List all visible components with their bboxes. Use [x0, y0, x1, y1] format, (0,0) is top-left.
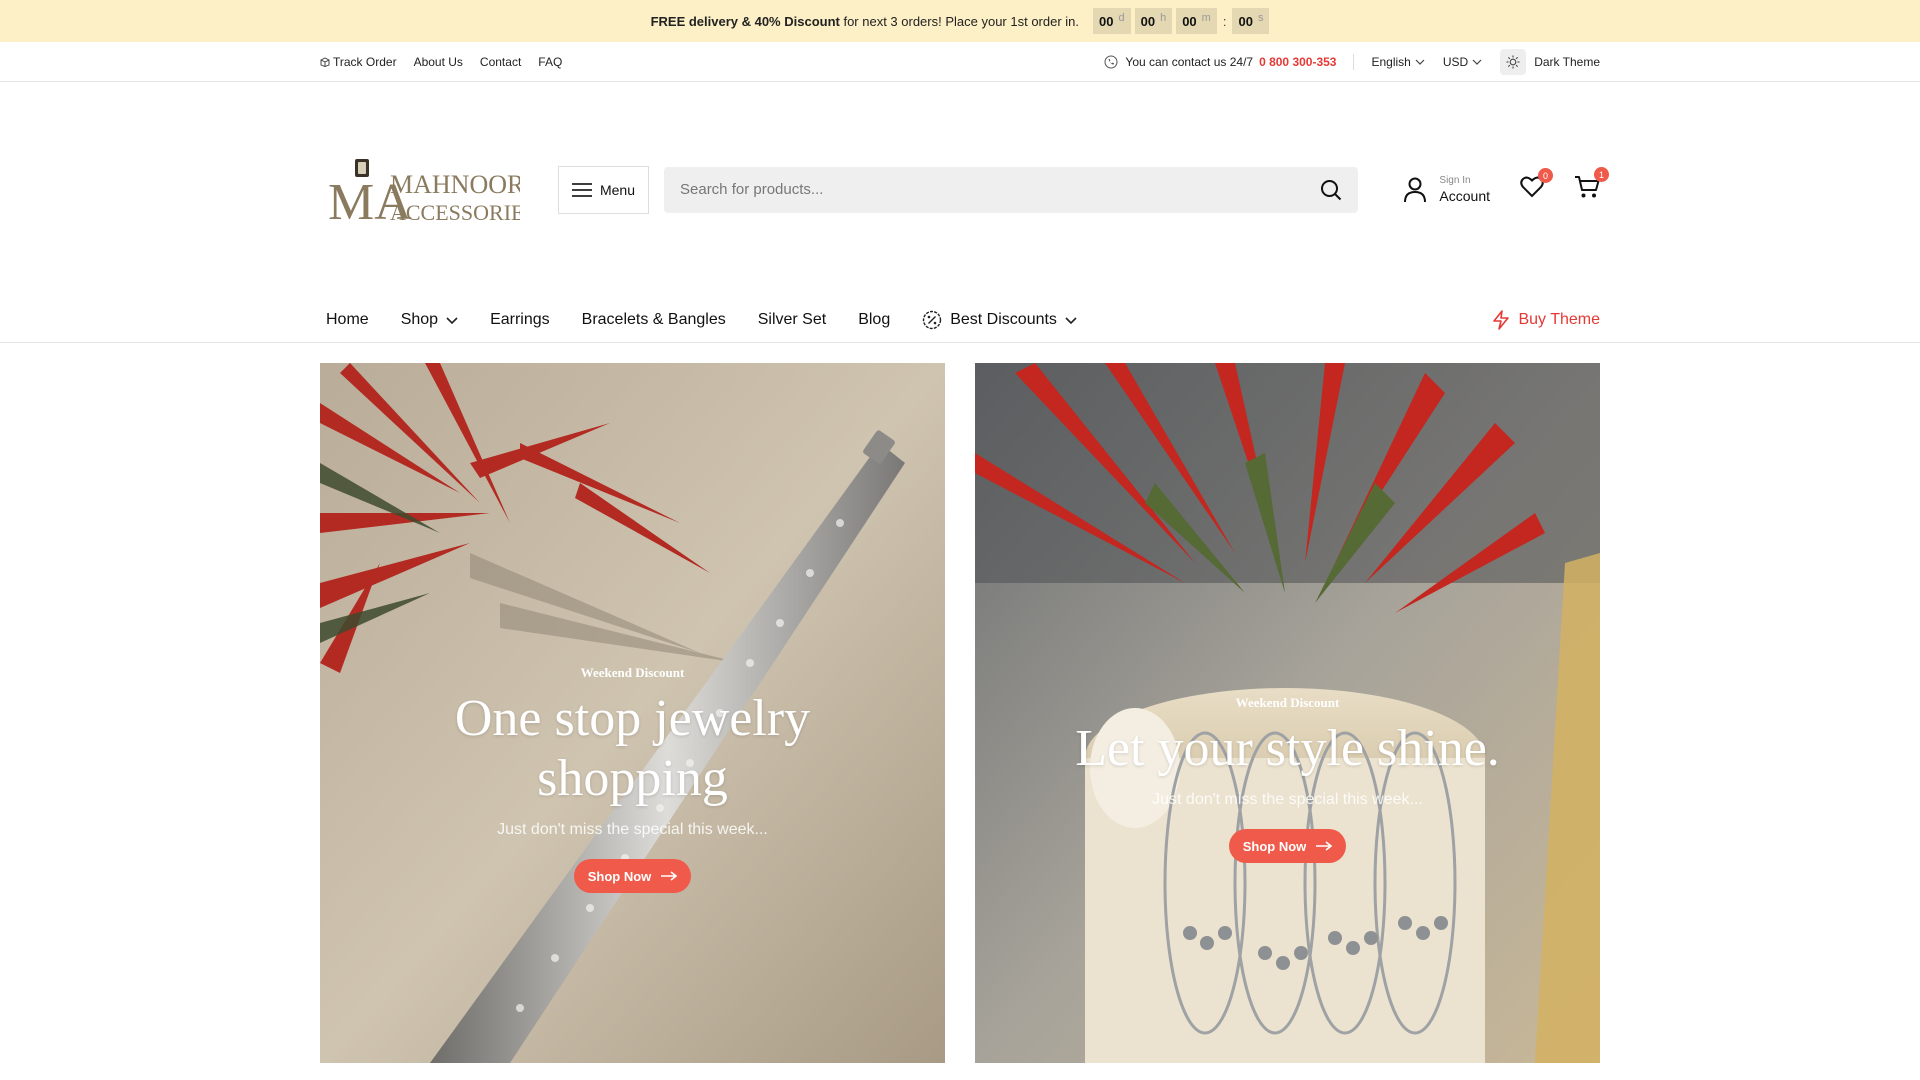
user-icon: [1404, 177, 1427, 202]
search-bar: [664, 166, 1358, 213]
phone-icon: [1104, 55, 1118, 69]
wishlist-count-badge: 0: [1538, 168, 1553, 183]
nav-home[interactable]: Home: [326, 311, 369, 329]
countdown-seconds: 00 s: [1232, 8, 1270, 34]
language-select[interactable]: English: [1371, 55, 1425, 69]
language-value: English: [1371, 55, 1411, 69]
divider: [1353, 54, 1355, 70]
box-icon: [320, 57, 330, 67]
banner-2-title: Let your style shine.: [1075, 720, 1500, 777]
nav-earrings-label: Earrings: [490, 311, 550, 328]
promo-banner-1[interactable]: Weekend Discount One stop jewelry shoppi…: [320, 363, 945, 1063]
search-input[interactable]: [680, 181, 1320, 198]
arrow-right-icon: [1316, 841, 1333, 851]
chevron-down-icon: [1472, 59, 1482, 65]
about-us-link[interactable]: About Us: [414, 55, 463, 69]
nav-best-discounts-label: Best Discounts: [950, 311, 1057, 328]
search-icon[interactable]: [1320, 179, 1342, 201]
chevron-down-icon: [1065, 316, 1077, 324]
cart-button[interactable]: 1: [1574, 167, 1609, 204]
nav-silver-set[interactable]: Silver Set: [758, 311, 826, 329]
top-bar: Track Order About Us Contact FAQ You can…: [0, 42, 1920, 82]
chevron-down-icon: [1415, 59, 1425, 65]
chevron-down-icon: [446, 316, 458, 324]
banner-1-content: Weekend Discount One stop jewelry shoppi…: [320, 665, 945, 893]
buy-theme-label: Buy Theme: [1518, 311, 1600, 328]
main-nav: Home Shop Earrings Bracelets & Bangles S…: [0, 297, 1920, 343]
contact-link[interactable]: Contact: [480, 55, 521, 69]
banner-2-button-label: Shop Now: [1242, 838, 1307, 854]
banner-2-shop-now-button[interactable]: Shop Now: [1228, 829, 1347, 863]
logo-line2: ACCESSORIES: [390, 200, 520, 225]
dark-theme-label: Dark Theme: [1534, 55, 1600, 69]
banner-1-title: One stop jewelry shopping: [454, 690, 811, 807]
promo-banner-2[interactable]: Weekend Discount Let your style shine. J…: [975, 363, 1600, 1063]
faq-link[interactable]: FAQ: [538, 55, 562, 69]
account-text: Sign In Account: [1439, 175, 1490, 204]
contact-text: You can contact us 24/7: [1125, 55, 1254, 69]
nav-shop[interactable]: Shop: [401, 311, 458, 329]
dark-theme-toggle[interactable]: Dark Theme: [1500, 49, 1600, 75]
arrow-right-icon: [661, 871, 678, 881]
banner-2-kicker: Weekend Discount: [1235, 695, 1340, 710]
countdown-timer: 00 d 00 h 00 m : 00 s: [1093, 8, 1270, 34]
currency-value: USD: [1442, 55, 1469, 69]
announcement-bar: FREE delivery & 40% Discount for next 3 …: [0, 0, 1920, 42]
countdown-days: 00 d: [1093, 8, 1131, 34]
phone-number[interactable]: 0 800 300-353: [1259, 55, 1336, 69]
countdown-separator: :: [1222, 13, 1227, 29]
sign-in-label: Sign In: [1439, 175, 1471, 186]
banner-1-shop-now-button[interactable]: Shop Now: [573, 859, 692, 893]
nav-earrings[interactable]: Earrings: [490, 311, 550, 329]
nav-bracelets-label: Bracelets & Bangles: [581, 311, 726, 328]
top-right: You can contact us 24/7 0 800 300-353 En…: [1104, 49, 1600, 75]
wishlist-button[interactable]: 0: [1520, 168, 1553, 203]
main-header: MA MAHNOOR ACCESSORIES Menu Sign In Acco…: [0, 82, 1920, 297]
nav-best-discounts[interactable]: Best Discounts: [922, 310, 1077, 330]
cart-count-badge: 1: [1594, 167, 1609, 182]
banner-1-button-label: Shop Now: [587, 868, 652, 884]
track-order-label: Track Order: [333, 55, 397, 69]
buy-theme-link[interactable]: Buy Theme: [1492, 310, 1600, 330]
hamburger-icon: [571, 182, 592, 197]
countdown-minutes: 00 m: [1176, 8, 1217, 34]
countdown-hours: 00 h: [1134, 8, 1173, 34]
nav-blog-label: Blog: [858, 311, 891, 328]
currency-select[interactable]: USD: [1443, 55, 1482, 69]
sun-icon: [1500, 49, 1527, 75]
site-logo[interactable]: MA MAHNOOR ACCESSORIES: [320, 145, 520, 235]
banner-2-subtitle: Just don't miss the special this week...: [1152, 791, 1423, 808]
nav-blog[interactable]: Blog: [858, 311, 890, 329]
track-order-link[interactable]: Track Order: [320, 55, 397, 69]
nav-silver-set-label: Silver Set: [757, 311, 827, 328]
banner-2-content: Weekend Discount Let your style shine. J…: [975, 695, 1600, 863]
nav-shop-label: Shop: [400, 311, 439, 328]
banner-1-subtitle: Just don't miss the special this week...: [497, 821, 768, 838]
nav-home-label: Home: [326, 311, 369, 328]
top-links: Track Order About Us Contact FAQ: [320, 55, 562, 69]
menu-label: Menu: [599, 181, 636, 198]
account-link[interactable]: Sign In Account: [1403, 175, 1490, 204]
announcement-text: FREE delivery & 40% Discount for next 3 …: [650, 13, 1080, 29]
nav-bracelets-bangles[interactable]: Bracelets & Bangles: [582, 311, 726, 329]
header-actions: Sign In Account 0 1: [1403, 167, 1609, 204]
logo-line1: MAHNOOR: [390, 170, 520, 199]
discount-badge-icon: [923, 310, 942, 330]
banner-1-kicker: Weekend Discount: [580, 665, 685, 680]
hero-section: Weekend Discount One stop jewelry shoppi…: [0, 363, 1920, 1063]
menu-button[interactable]: Menu: [558, 165, 649, 214]
lightning-icon: [1493, 310, 1510, 330]
account-label: Account: [1439, 188, 1490, 204]
